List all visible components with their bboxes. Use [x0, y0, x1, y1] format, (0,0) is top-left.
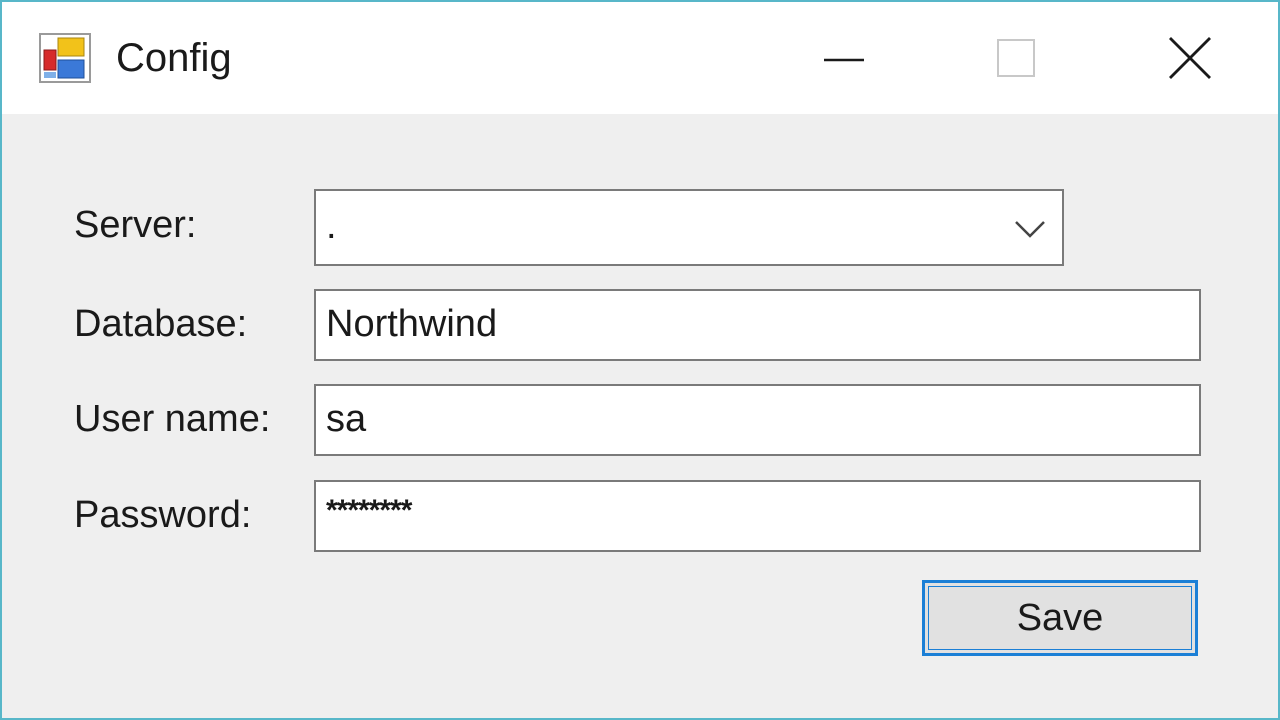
close-button[interactable]: [1104, 2, 1276, 114]
close-icon: [1169, 37, 1211, 79]
save-button[interactable]: Save: [922, 580, 1198, 656]
username-label: User name:: [74, 398, 271, 440]
minimize-icon: [824, 58, 864, 62]
database-value: Northwind: [326, 303, 498, 345]
username-field[interactable]: sa: [314, 384, 1201, 456]
window-title: Config: [116, 36, 232, 80]
config-window: Config Server: . Database: Northwind Use…: [0, 0, 1280, 720]
username-value: sa: [326, 398, 367, 440]
password-field[interactable]: ********: [314, 480, 1201, 552]
password-value: ********: [326, 494, 412, 527]
server-value: .: [326, 205, 337, 247]
database-field[interactable]: Northwind: [314, 289, 1201, 361]
chevron-down-icon[interactable]: [1012, 213, 1048, 243]
database-label: Database:: [74, 303, 248, 345]
maximize-icon: [997, 39, 1035, 77]
title-bar[interactable]: Config: [2, 2, 1278, 114]
save-button-label: Save: [1016, 596, 1104, 639]
winforms-app-icon: [39, 33, 91, 83]
password-label: Password:: [74, 494, 252, 536]
maximize-button[interactable]: [930, 2, 1102, 114]
server-label: Server:: [74, 204, 197, 246]
minimize-button[interactable]: [758, 2, 930, 114]
server-combobox[interactable]: .: [314, 189, 1064, 266]
